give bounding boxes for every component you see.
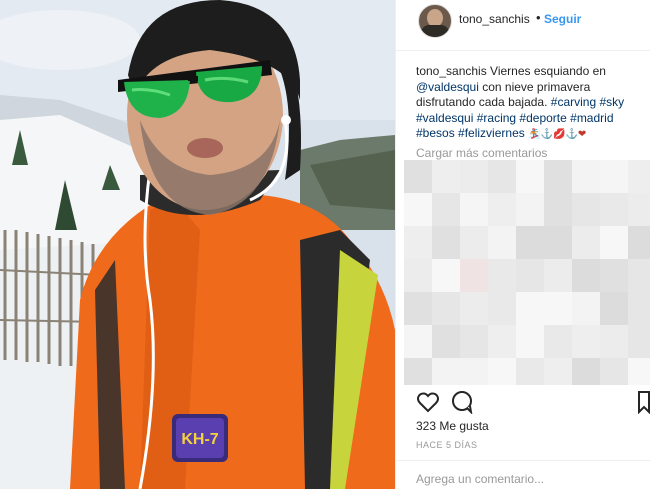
hashtag-link[interactable]: #madrid — [570, 111, 613, 125]
blur-cell — [544, 193, 574, 229]
post-photo[interactable]: KH-7 — [0, 0, 395, 489]
caption-emojis: 🏂⚓💋⚓❤ — [528, 129, 587, 140]
comment-icon[interactable] — [450, 390, 474, 414]
blur-cell — [432, 226, 462, 262]
blur-cell — [432, 358, 462, 385]
hashtag-link[interactable]: #felizviernes — [458, 126, 525, 140]
caption-text: Viernes esquiando en — [486, 64, 606, 78]
blur-cell — [628, 325, 650, 361]
bookmark-icon[interactable] — [637, 390, 650, 414]
blur-cell — [460, 358, 490, 385]
post-caption: tono_sanchis Viernes esquiando en @valde… — [416, 64, 641, 143]
hashtag-link[interactable]: #carving — [551, 95, 596, 109]
blur-cell — [516, 226, 546, 262]
blur-cell — [488, 292, 518, 328]
blur-cell — [404, 325, 434, 361]
blur-cell — [572, 292, 602, 328]
hashtag-link[interactable]: #sky — [599, 95, 624, 109]
blur-cell — [460, 325, 490, 361]
heart-icon[interactable] — [416, 390, 440, 414]
blur-cell — [404, 292, 434, 328]
blur-cell — [404, 358, 434, 385]
blur-cell — [628, 358, 650, 385]
blur-cell — [544, 358, 574, 385]
blur-cell — [572, 160, 602, 196]
likes-count[interactable]: 323 Me gusta — [416, 419, 489, 433]
hashtag-link[interactable]: #besos — [416, 126, 455, 140]
blur-cell — [488, 325, 518, 361]
blur-cell — [432, 193, 462, 229]
blur-cell — [460, 292, 490, 328]
blur-cell — [516, 325, 546, 361]
comment-input[interactable]: Agrega un comentario... — [416, 472, 544, 486]
blur-cell — [404, 226, 434, 262]
blur-cell — [628, 259, 650, 295]
blur-cell — [628, 292, 650, 328]
blur-cell — [544, 160, 574, 196]
hashtag-link[interactable]: #deporte — [519, 111, 566, 125]
blur-cell — [516, 358, 546, 385]
blur-cell — [600, 193, 630, 229]
caption-username[interactable]: tono_sanchis — [416, 64, 487, 78]
blur-cell — [460, 259, 490, 295]
blur-cell — [572, 193, 602, 229]
blur-cell — [516, 292, 546, 328]
blur-cell — [460, 193, 490, 229]
blur-cell — [572, 358, 602, 385]
blur-cell — [544, 325, 574, 361]
blurred-comments — [404, 160, 650, 385]
blur-cell — [600, 358, 630, 385]
blur-cell — [432, 160, 462, 196]
load-more-comments[interactable]: Cargar más comentarios — [416, 146, 547, 160]
avatar-body — [421, 25, 449, 37]
blur-cell — [488, 160, 518, 196]
blur-cell — [432, 259, 462, 295]
blur-cell — [628, 226, 650, 262]
blur-cell — [488, 226, 518, 262]
divider — [396, 460, 650, 461]
blur-cell — [600, 160, 630, 196]
blur-cell — [544, 226, 574, 262]
blur-cell — [600, 292, 630, 328]
blur-cell — [488, 259, 518, 295]
blur-cell — [516, 160, 546, 196]
separator-dot: • — [536, 10, 541, 25]
blur-cell — [544, 292, 574, 328]
avatar[interactable] — [418, 4, 452, 38]
hashtag-link[interactable]: #racing — [477, 111, 516, 125]
blur-cell — [600, 325, 630, 361]
blur-cell — [628, 193, 650, 229]
post-sidebar: tono_sanchis • Seguir tono_sanchis Viern… — [395, 0, 650, 489]
mention-link[interactable]: @valdesqui — [416, 80, 479, 94]
hashtag-link[interactable]: #valdesqui — [416, 111, 473, 125]
blur-cell — [404, 259, 434, 295]
blur-cell — [544, 259, 574, 295]
blur-cell — [600, 259, 630, 295]
blur-cell — [432, 325, 462, 361]
blur-cell — [404, 193, 434, 229]
blur-cell — [572, 226, 602, 262]
svg-text:KH-7: KH-7 — [181, 431, 218, 448]
blur-cell — [460, 160, 490, 196]
blur-cell — [488, 358, 518, 385]
blur-cell — [432, 292, 462, 328]
blur-cell — [460, 226, 490, 262]
blur-cell — [572, 259, 602, 295]
blur-cell — [488, 193, 518, 229]
blur-cell — [516, 193, 546, 229]
blur-cell — [600, 226, 630, 262]
blur-cell — [628, 160, 650, 196]
follow-button[interactable]: Seguir — [544, 12, 581, 26]
blur-cell — [572, 325, 602, 361]
instagram-post: KH-7 tono_sanchis • Seguir tono_sanchis … — [0, 0, 650, 489]
post-actions — [416, 390, 650, 414]
username-link[interactable]: tono_sanchis — [459, 12, 530, 26]
blur-cell — [404, 160, 434, 196]
blur-cell — [516, 259, 546, 295]
post-header: tono_sanchis • Seguir — [396, 0, 650, 51]
selfie-image: KH-7 — [0, 0, 395, 489]
post-timestamp: HACE 5 DÍAS — [416, 440, 478, 450]
